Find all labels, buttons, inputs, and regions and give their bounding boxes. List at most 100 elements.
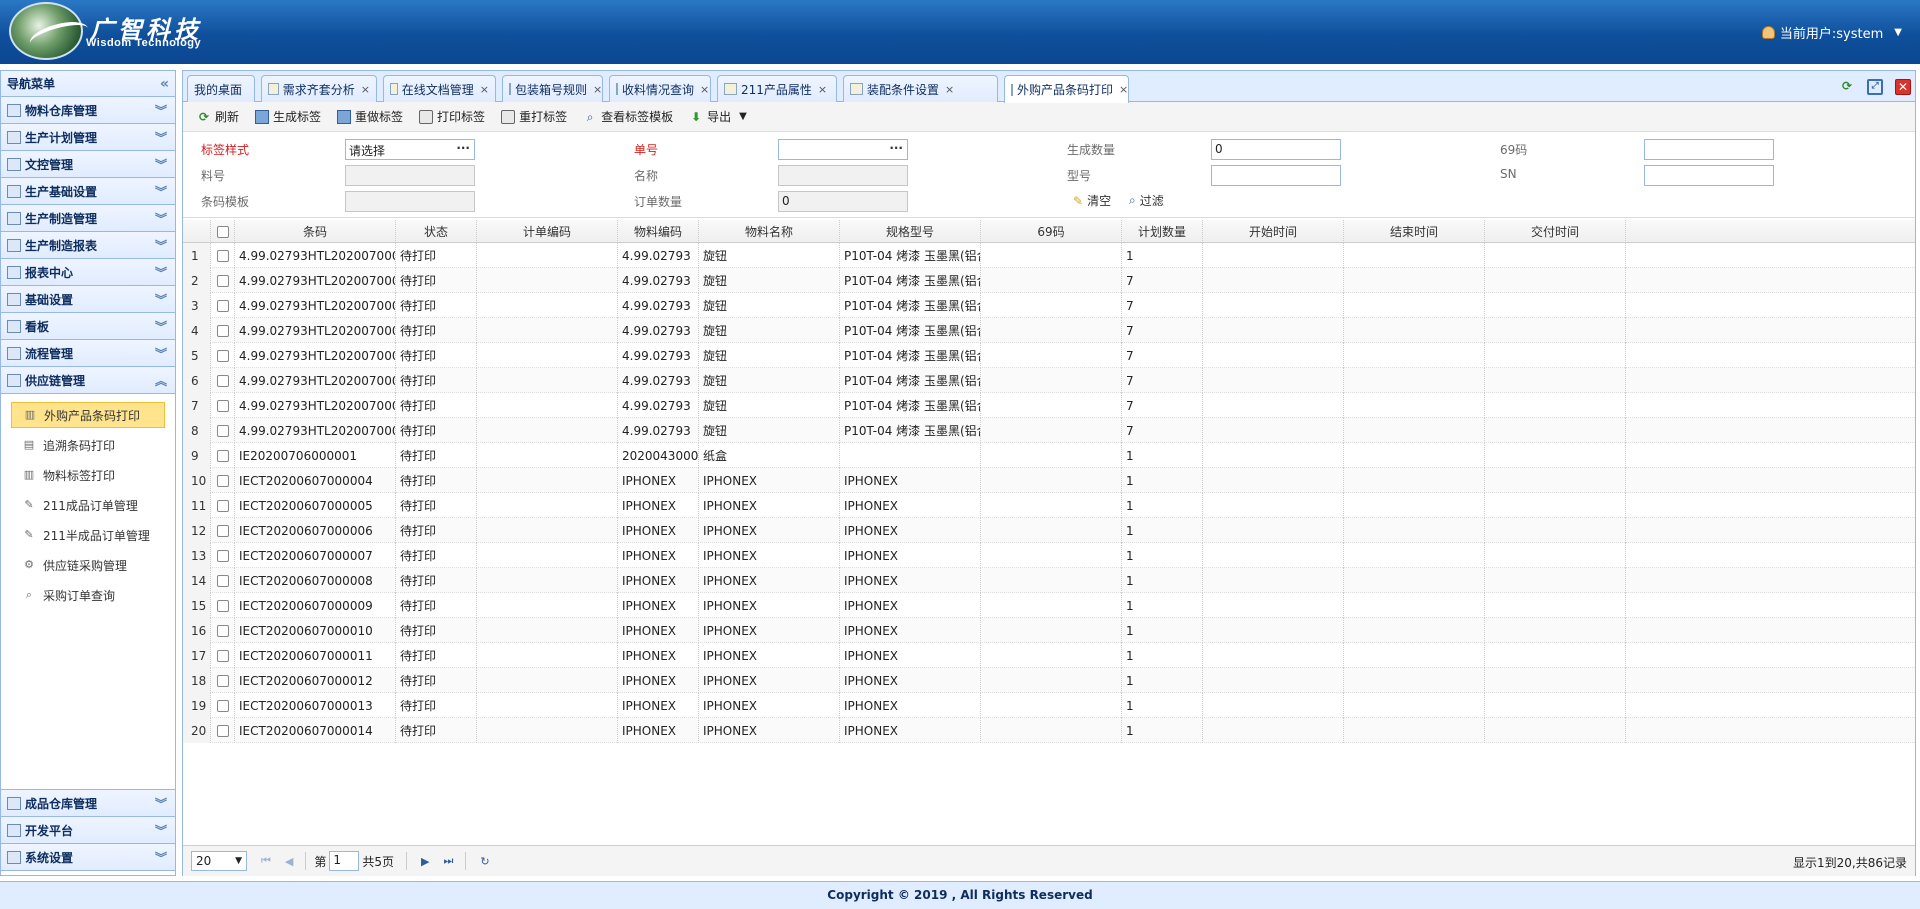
row-checkbox[interactable] — [216, 624, 229, 637]
reprint-label-button[interactable]: 重打标签 — [495, 105, 573, 129]
column-header-2[interactable]: 计单编码 — [477, 220, 618, 243]
table-row[interactable]: 1 4.99.02793HTL20200700000待打印 4.99.02793旋钮… — [183, 243, 1915, 268]
row-checkbox[interactable] — [216, 699, 229, 712]
row-checkbox[interactable] — [216, 599, 229, 612]
row-checkbox[interactable] — [216, 424, 229, 437]
sidebar-subitem-3[interactable]: ✎ 211成品订单管理 — [11, 492, 165, 518]
nav-group-bottom-0[interactable]: 成品仓库管理 ︾ — [1, 790, 175, 817]
table-row[interactable]: 5 4.99.02793HTL20200700000待打印 4.99.02793旋钮… — [183, 343, 1915, 368]
table-row[interactable]: 17 IECT20200607000011 待打印 IPHONEX IPHONEX IPH… — [183, 643, 1915, 668]
close-icon[interactable]: × — [700, 83, 709, 96]
view-template-button[interactable]: ⌕ 查看标签模板 — [577, 105, 679, 129]
row-checkbox[interactable] — [216, 649, 229, 662]
column-header-9[interactable]: 结束时间 — [1344, 220, 1485, 243]
clear-button[interactable]: ✎ 清空 — [1073, 192, 1111, 209]
column-header-0[interactable]: 条码 — [235, 220, 396, 243]
row-checkbox[interactable] — [216, 549, 229, 562]
page-size-select[interactable]: 20 ▼ — [191, 851, 247, 871]
redo-label-button[interactable]: 重做标签 — [331, 105, 409, 129]
sidebar-subitem-4[interactable]: ✎ 211半成品订单管理 — [11, 522, 165, 548]
row-checkbox[interactable] — [216, 274, 229, 287]
nav-group-top-0[interactable]: 物料仓库管理 ︾ — [1, 97, 175, 124]
next-page-icon[interactable]: ▶ — [421, 855, 429, 868]
row-checkbox[interactable] — [216, 349, 229, 362]
column-header-10[interactable]: 交付时间 — [1485, 220, 1626, 243]
tab-4[interactable]: 收料情况查询 × — [609, 75, 711, 102]
column-header-6[interactable]: 69码 — [981, 220, 1122, 243]
export-button[interactable]: ⬇ 导出 ▼ — [683, 105, 753, 129]
nav-group-bottom-2[interactable]: 系统设置 ︾ — [1, 844, 175, 871]
select-all-checkbox[interactable] — [216, 225, 229, 238]
sidebar-subitem-5[interactable]: ⚙ 供应链采购管理 — [11, 552, 165, 578]
tab-3[interactable]: 包装箱号规则 × — [502, 75, 603, 102]
nav-group-top-10[interactable]: 供应链管理 ︽ — [1, 367, 175, 394]
close-icon[interactable]: × — [945, 83, 954, 96]
table-row[interactable]: 9 IE20200706000001 待打印 20200430000 纸盒 1 — [183, 443, 1915, 468]
table-row[interactable]: 10 IECT20200607000004 待打印 IPHONEX IPHONEX IPH… — [183, 468, 1915, 493]
table-row[interactable]: 16 IECT20200607000010 待打印 IPHONEX IPHONEX IPH… — [183, 618, 1915, 643]
filter-button[interactable]: ⌕ 过滤 — [1129, 192, 1164, 209]
table-row[interactable]: 2 4.99.02793HTL20200700000待打印 4.99.02793旋钮… — [183, 268, 1915, 293]
close-icon[interactable]: ✕ — [1895, 79, 1911, 95]
first-page-icon[interactable]: ⏮ — [261, 854, 271, 868]
nav-group-top-1[interactable]: 生产计划管理 ︾ — [1, 124, 175, 151]
row-checkbox[interactable] — [216, 524, 229, 537]
gen-qty-input[interactable]: 0 — [1211, 139, 1341, 160]
user-menu[interactable]: 当前用户:system ▼ — [1761, 23, 1902, 42]
sn-input[interactable] — [1644, 165, 1774, 186]
nav-group-top-5[interactable]: 生产制造报表 ︾ — [1, 232, 175, 259]
label-style-select[interactable]: 请选择 ··· — [345, 139, 475, 160]
tab-6[interactable]: 装配条件设置 × — [843, 75, 998, 102]
last-page-icon[interactable]: ⏭ — [444, 854, 454, 868]
reload-icon[interactable]: ↻ — [480, 855, 489, 868]
table-row[interactable]: 19 IECT20200607000013 待打印 IPHONEX IPHONEX IPH… — [183, 693, 1915, 718]
column-header-7[interactable]: 计划数量 — [1122, 220, 1203, 243]
close-icon[interactable]: × — [480, 83, 489, 96]
nav-group-top-2[interactable]: 文控管理 ︾ — [1, 151, 175, 178]
row-checkbox[interactable] — [216, 674, 229, 687]
code69-input[interactable] — [1644, 139, 1774, 160]
order-no-select[interactable]: ··· — [778, 139, 908, 160]
close-icon[interactable]: × — [818, 83, 827, 96]
table-row[interactable]: 14 IECT20200607000008 待打印 IPHONEX IPHONEX IPH… — [183, 568, 1915, 593]
row-checkbox[interactable] — [216, 474, 229, 487]
row-checkbox[interactable] — [216, 724, 229, 737]
table-row[interactable]: 11 IECT20200607000005 待打印 IPHONEX IPHONEX IPH… — [183, 493, 1915, 518]
row-checkbox[interactable] — [216, 574, 229, 587]
row-checkbox[interactable] — [216, 399, 229, 412]
model-input[interactable] — [1211, 165, 1341, 186]
refresh-button[interactable]: ⟳ 刷新 — [191, 105, 245, 129]
nav-group-top-3[interactable]: 生产基础设置 ︾ — [1, 178, 175, 205]
nav-group-top-9[interactable]: 流程管理 ︾ — [1, 340, 175, 367]
table-row[interactable]: 4 4.99.02793HTL20200700000待打印 4.99.02793旋钮… — [183, 318, 1915, 343]
column-header-3[interactable]: 物料编码 — [618, 220, 699, 243]
row-checkbox[interactable] — [216, 249, 229, 262]
sidebar-subitem-0[interactable]: ▥ 外购产品条码打印 — [11, 402, 165, 428]
page-number-input[interactable]: 1 — [329, 851, 360, 871]
nav-group-top-8[interactable]: 看板 ︾ — [1, 313, 175, 340]
row-checkbox[interactable] — [216, 374, 229, 387]
tab-2[interactable]: 在线文档管理 × — [383, 75, 496, 102]
table-row[interactable]: 7 4.99.02793HTL20200700000待打印 4.99.02793旋钮… — [183, 393, 1915, 418]
table-row[interactable]: 18 IECT20200607000012 待打印 IPHONEX IPHONEX IPH… — [183, 668, 1915, 693]
row-checkbox[interactable] — [216, 324, 229, 337]
refresh-tab-icon[interactable]: ⟳ — [1839, 79, 1855, 95]
table-row[interactable]: 13 IECT20200607000007 待打印 IPHONEX IPHONEX IPH… — [183, 543, 1915, 568]
sidebar-subitem-1[interactable]: ▤ 追溯条码打印 — [11, 432, 165, 458]
prev-page-icon[interactable]: ◀ — [285, 855, 293, 868]
row-checkbox[interactable] — [216, 449, 229, 462]
maximize-icon[interactable]: ⤢ — [1867, 79, 1883, 95]
nav-group-top-4[interactable]: 生产制造管理 ︾ — [1, 205, 175, 232]
table-row[interactable]: 12 IECT20200607000006 待打印 IPHONEX IPHONEX IPH… — [183, 518, 1915, 543]
close-icon[interactable]: × — [593, 83, 602, 96]
row-checkbox[interactable] — [216, 299, 229, 312]
tab-1[interactable]: 需求齐套分析 × — [261, 75, 377, 102]
nav-group-top-6[interactable]: 报表中心 ︾ — [1, 259, 175, 286]
generate-label-button[interactable]: 生成标签 — [249, 105, 327, 129]
tab-7[interactable]: 外购产品条码打印 × — [1004, 75, 1129, 103]
sidebar-subitem-2[interactable]: ▥ 物料标签打印 — [11, 462, 165, 488]
print-label-button[interactable]: 打印标签 — [413, 105, 491, 129]
nav-group-bottom-1[interactable]: 开发平台 ︾ — [1, 817, 175, 844]
column-header-4[interactable]: 物料名称 — [699, 220, 840, 243]
nav-group-top-7[interactable]: 基础设置 ︾ — [1, 286, 175, 313]
